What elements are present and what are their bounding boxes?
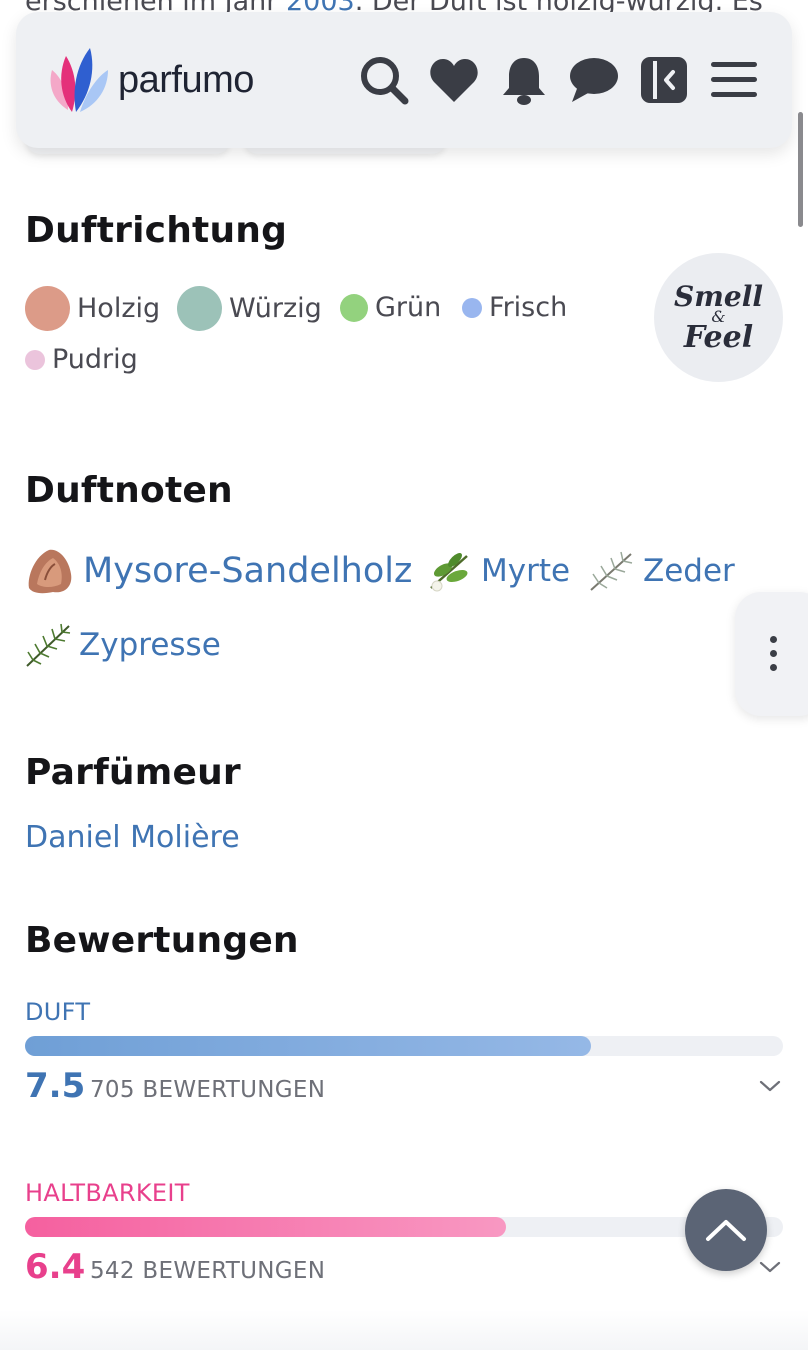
- rating-bar-track: [25, 1036, 783, 1056]
- cedar-icon: [590, 551, 633, 591]
- rating-count: 705 BEWERTUNGEN: [90, 1077, 326, 1103]
- note-label: Myrte: [481, 553, 571, 589]
- parfumo-logo-icon: [50, 48, 108, 112]
- tag-color-dot: [25, 349, 45, 370]
- sidebar-toggle-button[interactable]: [636, 52, 692, 108]
- tag-color-dot: [25, 286, 70, 331]
- parfumo-logo[interactable]: parfumo: [46, 44, 254, 116]
- rating-label: DUFT: [25, 998, 91, 1026]
- note-zypresse[interactable]: Zypresse: [25, 622, 221, 668]
- note-mysore-sandelholz[interactable]: Mysore-Sandelholz: [25, 546, 412, 596]
- page-scrollbar[interactable]: [798, 112, 803, 227]
- bewertungen-heading: Bewertungen: [25, 920, 299, 961]
- tag-label: Pudrig: [52, 344, 138, 375]
- rating-bar-fill: [25, 1217, 507, 1237]
- tag-label: Würzig: [229, 293, 322, 324]
- tag-holzig: Holzig: [25, 286, 160, 331]
- note-zeder[interactable]: Zeder: [589, 548, 735, 594]
- tag-label: Holzig: [77, 293, 161, 324]
- heart-icon: [430, 59, 478, 102]
- chat-bubble-icon: [570, 58, 618, 102]
- tag-label: Frisch: [489, 292, 568, 323]
- rating-label: HALTBARKEIT: [25, 1179, 190, 1207]
- tag-color-dot: [462, 297, 482, 318]
- duftnoten-heading: Duftnoten: [25, 470, 233, 511]
- note-myrte[interactable]: Myrte: [427, 548, 570, 594]
- chevron-down-icon[interactable]: [758, 1078, 782, 1094]
- badge-line-2: Feel: [683, 319, 754, 355]
- tag-pudrig: Pudrig: [25, 344, 138, 375]
- bell-icon: [503, 58, 545, 105]
- myrtle-icon: [430, 553, 468, 592]
- search-icon: [361, 57, 409, 105]
- rating-count: 542 BEWERTUNGEN: [90, 1258, 326, 1284]
- duftrichtung-heading: Duftrichtung: [25, 210, 288, 251]
- app-header: parfumo: [16, 12, 792, 148]
- more-dot-icon: [770, 664, 777, 671]
- menu-button[interactable]: [706, 52, 762, 108]
- search-button[interactable]: [356, 52, 412, 108]
- chevron-up-icon: [706, 1220, 746, 1241]
- rating-bar-track: [25, 1217, 783, 1237]
- favorites-button[interactable]: [426, 52, 482, 108]
- rating-score: 7.5: [25, 1066, 86, 1106]
- more-dot-icon: [770, 636, 777, 643]
- note-label: Zypresse: [79, 627, 221, 663]
- sandalwood-icon: [28, 549, 72, 594]
- tag-gruen: Grün: [340, 292, 441, 323]
- logo-text: parfumo: [118, 58, 254, 101]
- more-dot-icon: [770, 650, 777, 657]
- parfumeur-heading: Parfümeur: [25, 752, 241, 793]
- bottom-fade: [0, 1310, 808, 1350]
- sidebar-collapse-icon: [641, 57, 687, 103]
- rating-bar-fill: [25, 1036, 592, 1056]
- rating-score: 6.4: [25, 1247, 86, 1287]
- notifications-button[interactable]: [496, 52, 552, 108]
- scroll-to-top-button[interactable]: [685, 1189, 767, 1271]
- messages-button[interactable]: [566, 52, 622, 108]
- more-options-tab[interactable]: [735, 592, 808, 716]
- tag-color-dot: [340, 293, 368, 322]
- tag-label: Grün: [375, 292, 442, 323]
- note-label: Zeder: [643, 553, 735, 589]
- tag-color-dot: [177, 286, 222, 331]
- chevron-down-icon[interactable]: [758, 1259, 782, 1275]
- cypress-icon: [26, 623, 71, 667]
- perfumer-link[interactable]: Daniel Molière: [25, 820, 240, 855]
- tag-frisch: Frisch: [462, 292, 567, 323]
- smell-and-feel-badge[interactable]: Smell & Feel: [654, 253, 783, 382]
- tag-wuerzig: Würzig: [177, 286, 322, 331]
- note-label: Mysore-Sandelholz: [83, 551, 413, 591]
- hamburger-menu-icon: [711, 62, 757, 97]
